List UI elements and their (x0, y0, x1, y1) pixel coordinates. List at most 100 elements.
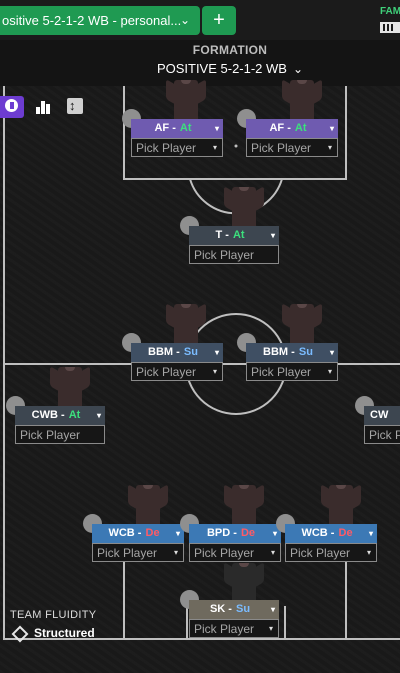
player-shirt (224, 484, 264, 529)
position-card-bbm-left[interactable]: BBM - Su ▾ Pick Player ▾ (122, 333, 223, 381)
pick-player-dropdown[interactable]: Pick Player (364, 425, 400, 444)
position-card-sk[interactable]: SK - Su ▾ Pick Player ▾ (180, 590, 279, 638)
duty-label: At (179, 122, 192, 134)
formation-dropdown[interactable]: POSITIVE 5-2-1-2 WB ⌄ (0, 61, 400, 76)
pick-player-dropdown[interactable]: Pick Player ▾ (131, 138, 223, 157)
formation-label: FORMATION (192, 43, 268, 57)
top-bar: ositive 5-2-1-2 WB - personal... ⌄ + FAM (0, 0, 400, 40)
duty-label: At (294, 122, 307, 134)
dropdown-arrow-icon: ▾ (214, 124, 219, 133)
role-selector[interactable]: WCB - De ▾ (92, 524, 184, 543)
role-name: AF (154, 122, 170, 134)
role-name: WCB (108, 527, 135, 539)
position-card-wcb-left[interactable]: WCB - De ▾ Pick Player ▾ (83, 514, 184, 562)
pick-player-dropdown[interactable]: Pick Player ▾ (285, 543, 377, 562)
role-selector[interactable]: SK - Su ▾ (189, 600, 279, 619)
role-selector[interactable]: CWB - At ▾ (15, 406, 105, 425)
team-fluidity-label: TEAM FLUIDITY (10, 609, 97, 621)
pick-player-text: Pick Player (194, 248, 255, 262)
pick-player-dropdown[interactable]: Pick Player ▾ (246, 362, 338, 381)
pick-player-text: Pick Player (251, 365, 312, 379)
team-fluidity-value[interactable]: Structured (34, 626, 95, 640)
player-shirt (50, 366, 90, 411)
role-selector[interactable]: WCB - De ▾ (285, 524, 377, 543)
role-selector[interactable]: AF - At ▾ (246, 119, 338, 138)
pick-player-text: Pick Player (194, 622, 255, 636)
role-selector[interactable]: BBM - Su ▾ (246, 343, 338, 362)
pick-player-text: Pick Player (290, 546, 351, 560)
duty-label: At (232, 229, 245, 241)
duty-label: De (338, 527, 353, 539)
role-name: BPD (206, 527, 231, 539)
tactic-tab[interactable]: ositive 5-2-1-2 WB - personal... ⌄ (0, 6, 200, 35)
position-card-bpd[interactable]: BPD - De ▾ Pick Player ▾ (180, 514, 281, 562)
pick-player-text: Pick Player (97, 546, 158, 560)
player-shirt (224, 186, 264, 231)
dropdown-arrow-icon: ▾ (212, 143, 217, 152)
pick-player-dropdown[interactable]: Pick Player (189, 245, 279, 264)
role-selector[interactable]: T - At ▾ (189, 226, 279, 245)
swap-icon[interactable] (64, 96, 88, 118)
player-shirt (166, 79, 206, 124)
role-name: SK (209, 603, 226, 615)
position-card-af-right[interactable]: AF - At ▾ Pick Player ▾ (237, 109, 338, 157)
pick-player-dropdown[interactable]: Pick Player ▾ (189, 619, 279, 638)
player-shirt (321, 484, 361, 529)
role-selector[interactable]: BPD - De ▾ (189, 524, 281, 543)
role-name: BBM (148, 346, 174, 358)
pick-player-text: Pick Player (136, 141, 197, 155)
dropdown-arrow-icon: ▾ (327, 367, 332, 376)
position-card-t[interactable]: T - At ▾ Pick Player (180, 216, 279, 264)
duty-label: Su (298, 346, 313, 358)
dropdown-arrow-icon: ▾ (270, 548, 275, 557)
tactic-tab-title: ositive 5-2-1-2 WB - personal... (2, 13, 182, 28)
pick-player-text: Pick Player (20, 428, 81, 442)
position-card-cwb-left[interactable]: CWB - At ▾ Pick Player (6, 396, 105, 444)
dropdown-arrow-icon: ▾ (214, 348, 219, 357)
pick-player-dropdown[interactable]: Pick Player ▾ (246, 138, 338, 157)
penalty-area-line (123, 562, 125, 640)
person-icon[interactable] (0, 96, 24, 118)
position-card-bbm-right[interactable]: BBM - Su ▾ Pick Player ▾ (237, 333, 338, 381)
goal-area-line (284, 606, 286, 640)
pick-player-text: Pick Player (194, 546, 255, 560)
stats-bar-icon[interactable] (31, 96, 55, 118)
role-selector[interactable]: CW (364, 406, 400, 425)
duty-label: De (240, 527, 256, 539)
pick-player-dropdown[interactable]: Pick Player (15, 425, 105, 444)
dropdown-arrow-icon: ▾ (268, 624, 273, 633)
add-tab-button[interactable]: + (202, 6, 236, 35)
dropdown-arrow-icon: ▾ (270, 605, 275, 614)
dropdown-arrow-icon: ▾ (212, 367, 217, 376)
pick-player-dropdown[interactable]: Pick Player ▾ (92, 543, 184, 562)
player-shirt (166, 303, 206, 348)
position-card-cwb-right[interactable]: CW Pick Player (355, 396, 400, 444)
pick-player-text: Pick Player (136, 365, 197, 379)
corner-label: FAM (380, 6, 400, 17)
dropdown-arrow-icon: ▾ (96, 411, 101, 420)
goal-area-line (186, 606, 188, 640)
dropdown-arrow-icon: ▾ (329, 348, 334, 357)
player-shirt (282, 303, 322, 348)
role-selector[interactable]: BBM - Su ▾ (131, 343, 223, 362)
player-shirt (282, 79, 322, 124)
role-name: CWB (31, 409, 58, 421)
pick-player-text: Pick Player (251, 141, 312, 155)
role-selector[interactable]: AF - At ▾ (131, 119, 223, 138)
formation-value: POSITIVE 5-2-1-2 WB (156, 61, 287, 76)
pick-player-dropdown[interactable]: Pick Player ▾ (131, 362, 223, 381)
position-card-wcb-right[interactable]: WCB - De ▾ Pick Player ▾ (276, 514, 377, 562)
duty-label: Su (183, 346, 198, 358)
role-name: CW (370, 409, 389, 421)
duty-label: At (68, 409, 81, 421)
position-card-af-left[interactable]: AF - At ▾ Pick Player ▾ (122, 109, 223, 157)
dropdown-arrow-icon: ▾ (173, 548, 178, 557)
chevron-down-icon: ⌄ (292, 62, 304, 76)
pick-player-dropdown[interactable]: Pick Player ▾ (189, 543, 281, 562)
dropdown-arrow-icon: ▾ (175, 529, 180, 538)
chevron-down-icon[interactable]: ⌄ (180, 6, 190, 35)
player-shirt (128, 484, 168, 529)
role-name: BBM (263, 346, 289, 358)
duty-label: Su (236, 603, 251, 615)
battery-icon (380, 22, 400, 33)
